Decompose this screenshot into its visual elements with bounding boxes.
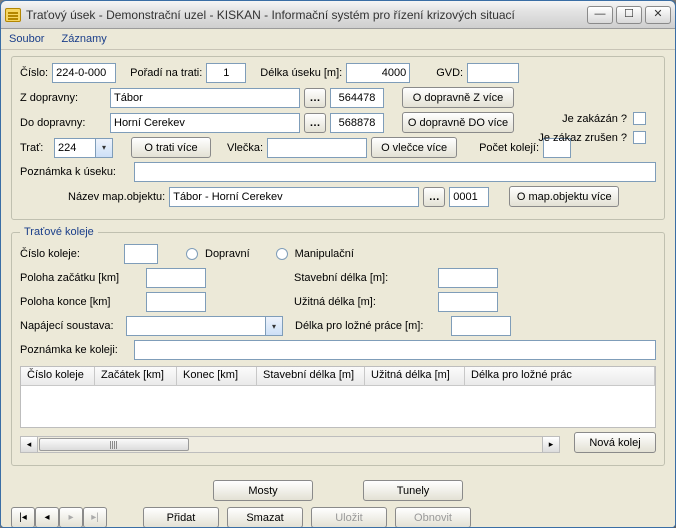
input-dodopravny[interactable]	[110, 113, 300, 133]
btn-add[interactable]: Přidat	[143, 507, 219, 527]
input-poradi[interactable]	[206, 63, 246, 83]
label-zdopravny: Z dopravny:	[20, 92, 106, 104]
chevron-down-icon[interactable]: ▾	[96, 138, 113, 158]
check-zrusen[interactable]	[633, 131, 646, 144]
btn-trat-more[interactable]: O trati více	[131, 137, 211, 158]
nav-prev[interactable]: ◂	[35, 507, 59, 527]
label-poznk: Poznámka ke koleji:	[20, 344, 130, 356]
btn-delete[interactable]: Smazat	[227, 507, 303, 527]
label-zakazan: Je zakázán ?	[562, 113, 627, 125]
input-polkon[interactable]	[146, 292, 206, 312]
label-polkon: Poloha konce [km]	[20, 296, 142, 308]
titlebar: Traťový úsek - Demonstrační uzel - KISKA…	[1, 1, 675, 29]
input-mapobj-code[interactable]	[449, 187, 489, 207]
btn-save[interactable]: Uložit	[311, 507, 387, 527]
menu-records[interactable]: Záznamy	[62, 33, 107, 45]
input-poznamka[interactable]	[134, 162, 656, 182]
koleje-table: Číslo koleje Začátek [km] Konec [km] Sta…	[20, 366, 656, 428]
scroll-thumb[interactable]	[39, 438, 189, 451]
btn-mosty[interactable]: Mosty	[213, 480, 313, 501]
btn-zdop-more[interactable]: O dopravně Z více	[402, 87, 514, 108]
lookup-zdopravny[interactable]: …	[304, 88, 326, 108]
input-lozne[interactable]	[451, 316, 511, 336]
input-zdopravny[interactable]	[110, 88, 300, 108]
btn-nova-kolej[interactable]: Nová kolej	[574, 432, 656, 453]
btn-mapobj-more[interactable]: O map.objektu více	[509, 186, 619, 207]
label-manipulacni: Manipulační	[295, 248, 354, 260]
app-window: Traťový úsek - Demonstrační uzel - KISKA…	[0, 0, 676, 528]
col-uzitdelka[interactable]: Užitná délka [m]	[365, 367, 465, 386]
input-gvd[interactable]	[467, 63, 519, 83]
radio-manipulacni[interactable]	[276, 248, 288, 260]
label-mapobj: Název map.objektu:	[68, 191, 165, 203]
label-napaj: Napájecí soustava:	[20, 320, 122, 332]
label-lozne: Délka pro ložné práce [m]:	[295, 320, 447, 332]
window-title: Traťový úsek - Demonstrační uzel - KISKA…	[26, 8, 587, 22]
input-stav[interactable]	[438, 268, 498, 288]
label-pocet: Počet kolejí:	[479, 142, 539, 154]
combo-napaj[interactable]: ▾	[126, 316, 283, 336]
menubar: Soubor Záznamy	[1, 29, 675, 50]
label-cislokoleje: Číslo koleje:	[20, 248, 120, 260]
legend-koleje: Traťové koleje	[20, 226, 98, 238]
input-zdop-code[interactable]	[330, 88, 384, 108]
input-uzit[interactable]	[438, 292, 498, 312]
label-poradi: Pořadí na trati:	[130, 67, 202, 79]
btn-dodop-more[interactable]: O dopravně DO více	[402, 112, 514, 133]
input-cislokoleje[interactable]	[124, 244, 158, 264]
nav-first[interactable]: |◂	[11, 507, 35, 527]
label-cislo: Číslo:	[20, 67, 48, 79]
label-poznamka: Poznámka k úseku:	[20, 166, 130, 178]
input-vlecka[interactable]	[267, 138, 367, 158]
label-zrusen: Je zákaz zrušen ?	[538, 132, 627, 144]
label-dodopravny: Do dopravny:	[20, 117, 106, 129]
check-zakazan[interactable]	[633, 112, 646, 125]
minimize-button[interactable]: —	[587, 6, 613, 24]
label-vlecka: Vlečka:	[227, 142, 263, 154]
combo-trat[interactable]: ▾	[54, 138, 113, 158]
nav-last[interactable]: ▸|	[83, 507, 107, 527]
col-cislo[interactable]: Číslo koleje	[21, 367, 95, 386]
col-zacatek[interactable]: Začátek [km]	[95, 367, 177, 386]
input-mapobj[interactable]	[169, 187, 419, 207]
radio-dopravni[interactable]	[186, 248, 198, 260]
label-polzac: Poloha začátku [km]	[20, 272, 142, 284]
input-dodop-code[interactable]	[330, 113, 384, 133]
nav-next[interactable]: ▸	[59, 507, 83, 527]
label-stav: Stavební délka [m]:	[294, 272, 434, 284]
app-icon	[5, 8, 21, 22]
close-button[interactable]: ✕	[645, 6, 671, 24]
table-hscroll[interactable]: ◂ ▸	[20, 436, 560, 453]
col-konec[interactable]: Konec [km]	[177, 367, 257, 386]
btn-vlecka-more[interactable]: O vlečce více	[371, 137, 457, 158]
menu-file[interactable]: Soubor	[9, 33, 44, 45]
label-trat: Trať:	[20, 142, 50, 154]
lookup-dodopravny[interactable]: …	[304, 113, 326, 133]
label-dopravni: Dopravní	[205, 248, 250, 260]
record-nav: |◂ ◂ ▸ ▸|	[11, 507, 107, 527]
btn-tunely[interactable]: Tunely	[363, 480, 463, 501]
col-stavdelka[interactable]: Stavební délka [m]	[257, 367, 365, 386]
maximize-button[interactable]: ☐	[616, 6, 642, 24]
col-lozne[interactable]: Délka pro ložné prác	[465, 367, 655, 386]
label-uzit: Užitná délka [m]:	[294, 296, 434, 308]
input-trat[interactable]	[54, 138, 96, 158]
label-delka: Délka úseku [m]:	[260, 67, 342, 79]
input-poznk[interactable]	[134, 340, 656, 360]
chevron-down-icon[interactable]: ▾	[266, 316, 283, 336]
input-polzac[interactable]	[146, 268, 206, 288]
scroll-right-icon[interactable]: ▸	[542, 437, 559, 452]
label-gvd: GVD:	[436, 67, 463, 79]
btn-refresh[interactable]: Obnovit	[395, 507, 471, 527]
scroll-left-icon[interactable]: ◂	[21, 437, 38, 452]
input-delka[interactable]	[346, 63, 410, 83]
input-cislo[interactable]	[52, 63, 116, 83]
lookup-mapobj[interactable]: …	[423, 187, 445, 207]
input-napaj[interactable]	[126, 316, 266, 336]
